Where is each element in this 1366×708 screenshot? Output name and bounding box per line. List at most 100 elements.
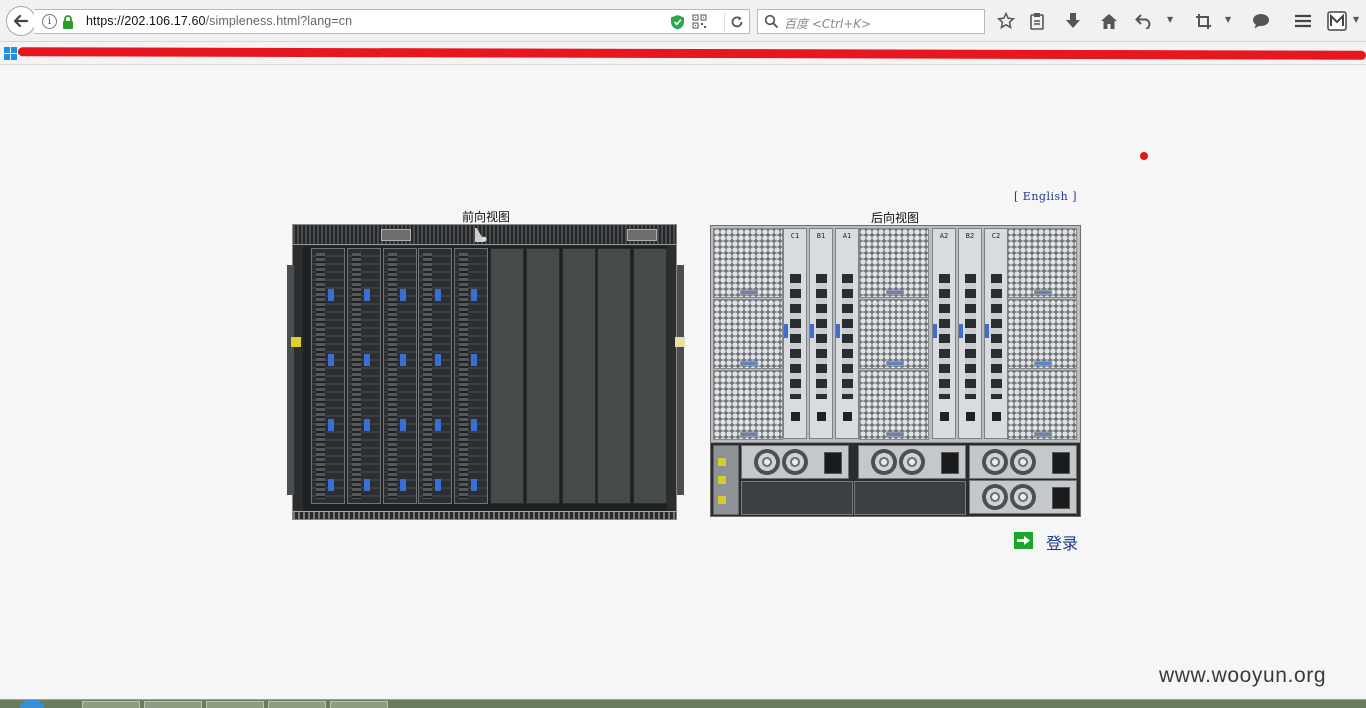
blade-latch <box>328 289 334 301</box>
taskbar-app-button[interactable] <box>82 701 140 708</box>
search-placeholder: 百度 <Ctrl+K> <box>784 17 872 31</box>
menu-icon[interactable] <box>1293 11 1313 31</box>
fan-handle <box>886 290 904 295</box>
address-bar[interactable]: i https://202.106.17.60/simpleness.html?… <box>34 9 750 34</box>
watermark-text: www.wooyun.org <box>1159 664 1327 687</box>
blade-server <box>454 248 489 504</box>
front-bottom-rail <box>293 511 676 519</box>
fan-handle <box>886 432 904 437</box>
download-icon[interactable] <box>1063 11 1083 31</box>
windows-logo-icon[interactable] <box>4 47 17 60</box>
search-icon <box>764 14 779 29</box>
front-mgmt-port <box>627 229 657 241</box>
lock-icon[interactable] <box>62 15 74 29</box>
blade-latch <box>399 479 406 491</box>
network-ports <box>965 274 976 399</box>
url-host: https://202.106.17.60 <box>86 14 206 28</box>
taskbar-app-button[interactable] <box>330 701 388 708</box>
power-supply-unit <box>741 445 849 479</box>
status-led <box>718 458 726 466</box>
power-supply-unit <box>858 445 966 479</box>
os-taskbar <box>0 699 1366 708</box>
info-icon[interactable]: i <box>42 14 57 29</box>
status-led <box>718 496 726 504</box>
blade-latch <box>399 289 406 301</box>
psu-fan <box>1010 449 1036 475</box>
start-button[interactable] <box>20 700 44 708</box>
front-view-title: 前向视图 <box>462 210 511 224</box>
network-port <box>966 412 975 421</box>
psu-fan <box>782 449 808 475</box>
blade-server <box>418 248 453 504</box>
home-icon[interactable] <box>1099 11 1119 31</box>
power-supply-area <box>711 442 1080 516</box>
network-port <box>817 412 826 421</box>
network-port <box>940 412 949 421</box>
blade-latch <box>363 354 370 366</box>
psu-fan <box>982 484 1008 510</box>
taskbar-app-button[interactable] <box>268 701 326 708</box>
power-socket <box>941 452 959 474</box>
browser-toolbar: i https://202.106.17.60/simpleness.html?… <box>0 0 1366 42</box>
network-ports <box>991 274 1002 399</box>
module-latch <box>836 324 840 338</box>
network-ports <box>842 274 853 399</box>
rear-view-chassis-image: C1 B1 A1 A2 B2 C2 <box>710 225 1081 517</box>
star-icon[interactable] <box>996 11 1016 31</box>
switch-module: C1 <box>783 228 807 439</box>
fan-module <box>713 299 783 369</box>
blade-server <box>382 248 417 504</box>
psu-fan <box>754 449 780 475</box>
blade-latch <box>399 419 406 431</box>
url-text[interactable]: https://202.106.17.60/simpleness.html?la… <box>86 14 352 28</box>
shield-icon[interactable] <box>670 14 685 30</box>
taskbar-app-button[interactable] <box>144 701 202 708</box>
taskbar-app-button[interactable] <box>206 701 264 708</box>
blade-server <box>311 248 345 504</box>
blade-latch <box>435 479 442 491</box>
undo-dropdown-icon[interactable]: ▼ <box>1167 15 1177 27</box>
addon-icon[interactable] <box>1327 11 1347 31</box>
network-port <box>992 412 1001 421</box>
clipboard-icon[interactable] <box>1027 11 1047 31</box>
front-view-chassis-image <box>287 224 685 520</box>
blade-latch <box>435 354 442 366</box>
search-bar[interactable]: 百度 <Ctrl+K> <box>757 9 985 34</box>
switch-module: A2 <box>932 228 956 439</box>
fan-handle <box>740 432 758 437</box>
crop-dropdown-icon[interactable]: ▼ <box>1225 15 1235 27</box>
fan-module <box>859 370 929 440</box>
login-label: 登录 <box>1046 534 1079 553</box>
chat-icon[interactable] <box>1251 11 1271 31</box>
addon-dropdown-icon[interactable]: ▼ <box>1353 15 1363 27</box>
psu-fan <box>871 449 897 475</box>
network-ports <box>816 274 827 399</box>
english-language-link[interactable]: [ English ] <box>1014 190 1077 203</box>
warning-label <box>675 337 685 347</box>
fan-module <box>1007 370 1077 440</box>
switch-slot-label: C2 <box>991 232 1001 240</box>
network-ports <box>939 274 950 399</box>
front-side-rail <box>287 265 294 495</box>
power-socket <box>824 452 842 474</box>
bookmarks-bar <box>0 42 1366 65</box>
blank-slot-panel <box>490 248 524 504</box>
psu-fan <box>1010 484 1036 510</box>
blank-slot-panel <box>597 248 632 504</box>
undo-icon[interactable] <box>1134 11 1154 31</box>
rear-view-title: 后向视图 <box>871 211 920 225</box>
status-led <box>718 476 726 484</box>
back-button[interactable] <box>6 6 36 36</box>
qr-code-icon[interactable] <box>692 14 707 29</box>
fan-module <box>713 370 783 440</box>
fan-module <box>713 228 783 298</box>
management-module <box>713 445 739 515</box>
blade-latch <box>328 354 334 366</box>
reload-button[interactable] <box>724 13 748 31</box>
module-latch <box>985 324 989 338</box>
front-mgmt-port <box>381 229 411 241</box>
login-link[interactable]: 登录 <box>1014 526 1078 554</box>
crop-icon[interactable] <box>1193 11 1213 31</box>
blank-slot-panel <box>561 248 596 504</box>
blade-latch <box>471 419 478 431</box>
